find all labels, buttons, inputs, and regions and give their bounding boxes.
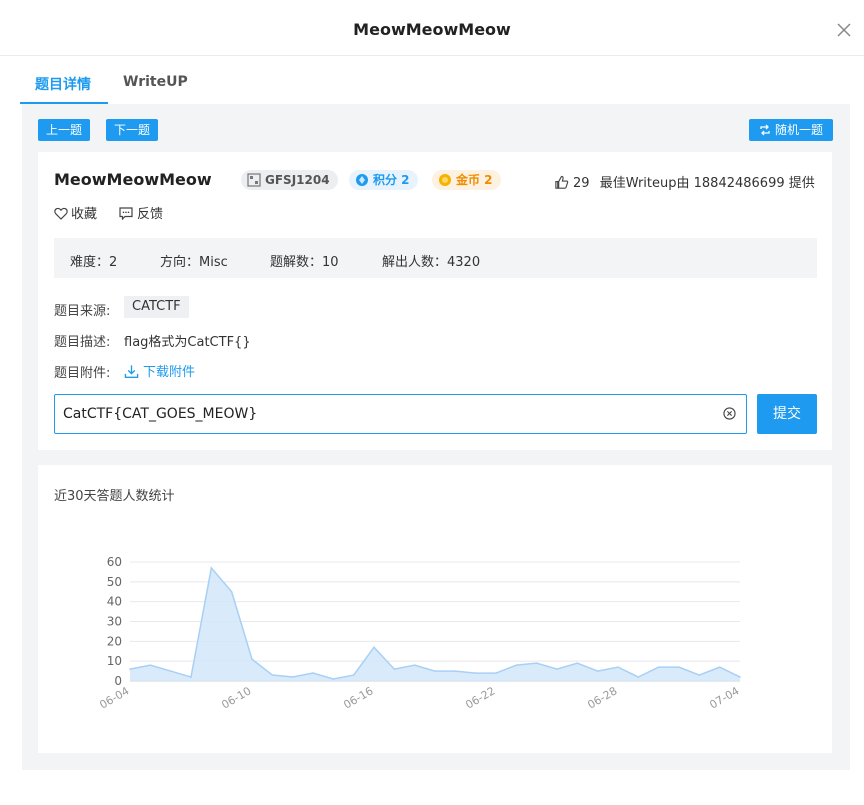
x-tick-label: 06-04 <box>97 684 131 711</box>
x-tick-label: 07-04 <box>707 684 741 711</box>
close-icon[interactable] <box>836 22 852 38</box>
data-point <box>291 676 294 678</box>
message-icon <box>119 207 133 221</box>
likes-count: 29 <box>573 176 590 191</box>
data-point <box>495 672 497 674</box>
data-point <box>596 670 599 672</box>
heart-icon <box>54 207 68 220</box>
data-point <box>657 666 660 668</box>
data-point <box>413 664 416 666</box>
data-point <box>556 668 558 670</box>
stat-solvers: 解出人数：4320 <box>382 255 481 270</box>
challenge-id-badge: GFSJ1204 <box>241 170 338 190</box>
data-point <box>230 590 233 593</box>
points-badge: 积分 2 <box>349 170 418 190</box>
x-tick-label: 06-10 <box>219 684 253 711</box>
flag-input[interactable] <box>54 394 747 434</box>
data-point <box>678 666 680 668</box>
writeup-credit: 最佳Writeup由 18842486699 提供 <box>599 176 815 191</box>
download-attachment-link[interactable]: 下载附件 <box>124 361 195 380</box>
clear-input-icon[interactable] <box>723 407 736 420</box>
challenge-modal: MeowMeowMeow 题目详情 WriteUP 上一题 下一题 随机一题 M… <box>0 0 864 805</box>
source-label: 题目来源: <box>54 304 111 319</box>
next-challenge-button[interactable]: 下一题 <box>106 119 158 141</box>
qr-icon <box>247 172 261 187</box>
x-tick-label: 06-22 <box>463 684 497 711</box>
y-tick-label: 20 <box>107 634 122 648</box>
submit-flag-button[interactable]: 提交 <box>757 394 817 434</box>
tab-writeup[interactable]: WriteUP <box>123 74 188 90</box>
stats-bar: 难度：2 方向：Misc 题解数：10 解出人数：4320 <box>54 238 817 278</box>
modal-title: MeowMeowMeow <box>353 20 511 39</box>
data-point <box>617 666 619 668</box>
download-icon <box>124 364 139 378</box>
data-point <box>169 670 172 672</box>
data-point <box>210 567 213 569</box>
data-point <box>271 674 274 676</box>
data-point <box>434 670 436 672</box>
data-point <box>251 658 253 660</box>
data-point <box>698 674 701 676</box>
data-point <box>515 664 518 666</box>
data-point <box>474 672 477 674</box>
coin-icon <box>439 173 451 186</box>
description-label: 题目描述: <box>54 335 111 350</box>
data-point <box>454 670 457 672</box>
random-challenge-button[interactable]: 随机一题 <box>749 119 833 141</box>
shuffle-icon <box>760 124 770 135</box>
stat-solve-count: 题解数：10 <box>270 255 339 270</box>
y-tick-label: 10 <box>107 654 122 668</box>
series-area <box>130 567 740 681</box>
y-tick-label: 40 <box>107 595 122 609</box>
feedback-button[interactable]: 反馈 <box>119 203 163 222</box>
data-point <box>129 668 131 670</box>
data-point <box>332 678 335 680</box>
thumbs-up-icon[interactable] <box>554 175 569 190</box>
coins-badge: 金币 2 <box>432 170 501 190</box>
x-tick-label: 06-28 <box>585 684 619 711</box>
diamond-icon <box>356 173 368 186</box>
data-point <box>190 676 192 678</box>
description-text: flag格式为CatCTF{} <box>124 335 251 350</box>
favorite-button[interactable]: 收藏 <box>54 203 97 222</box>
prev-challenge-button[interactable]: 上一题 <box>38 119 90 141</box>
source-tag: CATCTF <box>124 296 189 318</box>
chart-card: 近30天答题人数统计 0 10 20 30 40 50 60 06-04 06-10 06-16 0… <box>38 465 832 753</box>
data-point <box>739 676 741 678</box>
data-point <box>149 664 152 666</box>
random-label: 随机一题 <box>774 123 823 137</box>
stat-difficulty: 难度：2 <box>70 255 118 270</box>
data-point <box>312 672 314 674</box>
data-point <box>393 668 396 670</box>
stat-direction: 方向：Misc <box>160 255 228 270</box>
writeup-info: 29 最佳Writeup由 18842486699 提供 <box>554 172 815 191</box>
data-point <box>576 662 579 664</box>
y-tick-label: 60 <box>107 555 122 569</box>
data-point <box>373 646 375 649</box>
content-panel: 上一题 下一题 随机一题 MeowMeowMeow GFSJ1204 积分 2 <box>22 104 850 770</box>
data-point <box>352 674 355 676</box>
solvers-chart: 010203040506006-04 06-10 06-16 06-22 06-28 07… <box>97 555 741 712</box>
challenge-title: MeowMeowMeow <box>54 170 212 189</box>
tab-details[interactable]: 题目详情 <box>35 74 91 94</box>
data-point <box>535 662 538 664</box>
attachment-label: 题目附件: <box>54 366 111 381</box>
x-tick-label: 06-16 <box>341 684 375 711</box>
challenge-card: MeowMeowMeow GFSJ1204 积分 2 金币 2 29 最佳Wri… <box>38 152 832 450</box>
y-tick-label: 30 <box>107 615 122 629</box>
data-point <box>718 666 721 668</box>
data-point <box>637 676 640 678</box>
modal-header: MeowMeowMeow <box>0 0 864 56</box>
y-tick-label: 50 <box>107 575 122 589</box>
